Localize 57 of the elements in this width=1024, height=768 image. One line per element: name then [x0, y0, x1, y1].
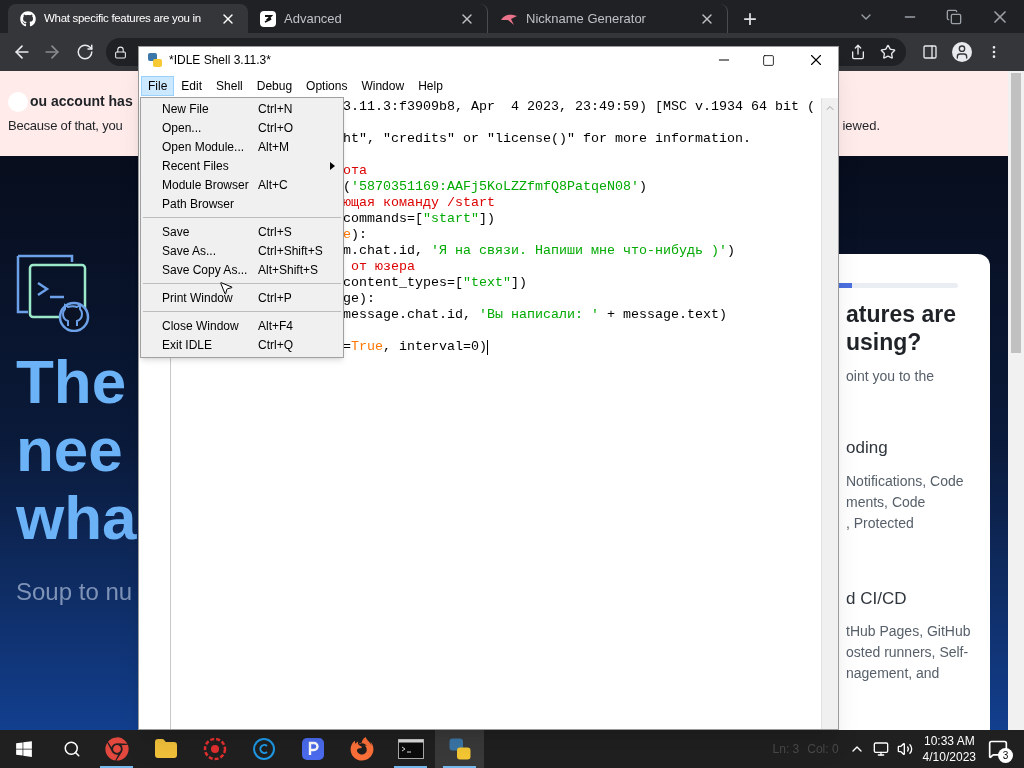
hero-subtitle: Soup to nu — [16, 577, 134, 607]
code-line: ht", "credits" or "license()" for more information. — [343, 131, 751, 147]
clock[interactable]: 10:33 AM 4/10/2023 — [922, 733, 976, 765]
menu-item[interactable]: Options — [299, 75, 355, 96]
card-heading: atures are — [846, 300, 957, 328]
browser-tab[interactable]: What specific features are you in — [8, 4, 248, 33]
code-line: content_types=["text"]) — [343, 275, 527, 291]
section-text: osted runners, Self- — [846, 643, 970, 662]
menu-item[interactable]: Edit — [174, 75, 210, 96]
menu-item[interactable]: Open Module... Alt+M — [141, 137, 343, 156]
card-heading: using? — [846, 328, 923, 356]
code-line: e): — [343, 227, 367, 243]
menu-item[interactable]: Window — [354, 75, 412, 96]
menu-item[interactable]: Print Window Ctrl+P — [141, 288, 343, 307]
tab-title: Nickname Generator — [526, 9, 647, 28]
code-line: ge): — [343, 291, 375, 307]
hero-heading: wha — [16, 484, 138, 552]
menu-item[interactable]: Module Browser Alt+C — [141, 175, 343, 194]
code-line: 3.11.3:f3909b8, Apr 4 2023, 23:49:59) [MSC v.1934 64 bit ( — [343, 99, 815, 115]
tab-title: What specific features are you in — [44, 10, 202, 26]
code-line: m.chat.id, 'Я на связи. Напиши мне что-нибудь )') — [343, 243, 735, 259]
code-line: ('5870351169:AAFj5KoLZZfmfQ8PatqeN08') — [343, 179, 647, 195]
menu-item[interactable]: Help — [411, 75, 450, 96]
menu-item[interactable]: New File Ctrl+N — [141, 99, 343, 118]
tab-title: Advanced — [284, 9, 343, 28]
new-tab-button[interactable]: + — [732, 4, 768, 33]
section-text: nagement, and — [846, 664, 941, 683]
section-title: oding — [846, 437, 889, 459]
code-line: =True, interval=0) — [343, 339, 487, 355]
window-title: *IDLE Shell 3.11.3* — [169, 52, 271, 69]
code-line: от юзера — [350, 259, 415, 275]
section-text: , Protected — [846, 513, 915, 533]
card-intro: oint you to the — [846, 367, 935, 386]
banner-text: Because of that, you — [8, 117, 123, 136]
menu-item[interactable]: Exit IDLE Ctrl+Q — [141, 335, 343, 354]
menu-item[interactable]: Save Copy As... Alt+Shift+S — [141, 260, 343, 279]
banner-text: iewed. — [842, 117, 880, 136]
menu-item[interactable]: Path Browser — [141, 194, 343, 213]
section-text: ments, Code — [846, 492, 927, 512]
code-line: commands=["start"]) — [343, 211, 495, 227]
menu-item[interactable]: File — [141, 75, 175, 96]
section-text: Notifications, Code — [846, 471, 965, 491]
menu-item[interactable]: Open... Ctrl+O — [141, 118, 343, 137]
hero-heading: nee — [16, 416, 124, 484]
section-title: d CI/CD — [846, 587, 908, 610]
code-line: message.chat.id, 'Вы написали: ' + message.text) — [343, 307, 727, 323]
menu-item[interactable]: Save As... Ctrl+Shift+S — [141, 241, 343, 260]
hero-heading: The — [16, 348, 128, 416]
code-line: ота — [343, 163, 367, 179]
menu-item[interactable]: Close Window Alt+F4 — [141, 316, 343, 335]
notification-badge: 3 — [998, 748, 1013, 763]
section-text: tHub Pages, GitHub — [846, 622, 972, 641]
menu-item[interactable]: Save Ctrl+S — [141, 222, 343, 241]
menu-item[interactable]: Shell — [209, 75, 250, 96]
menu-item[interactable]: Debug — [249, 75, 300, 96]
menu-item[interactable]: Recent Files — [141, 156, 343, 175]
banner-title: ou account has — [30, 92, 133, 112]
